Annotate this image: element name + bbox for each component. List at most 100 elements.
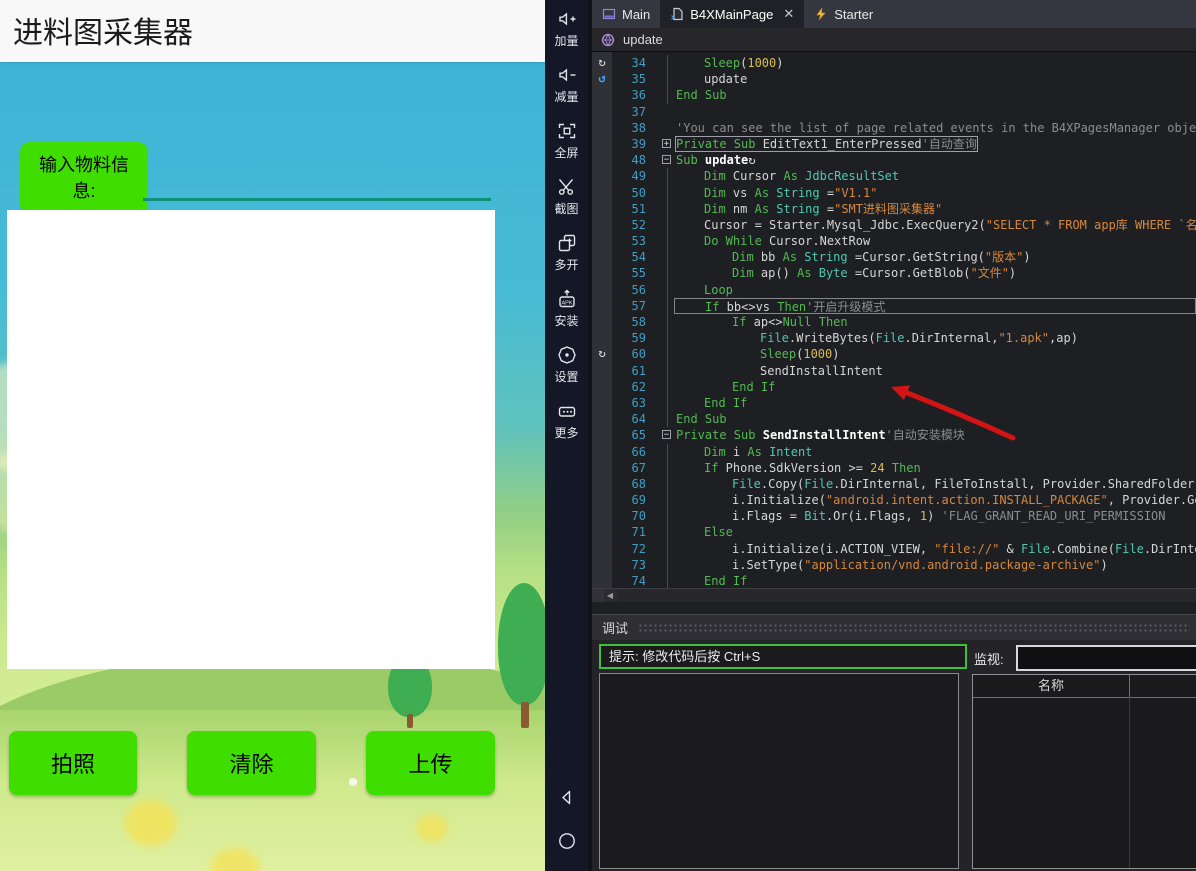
line-number: 48 <box>631 153 646 168</box>
take-photo-button[interactable]: 拍照 <box>9 731 137 795</box>
code-text[interactable]: Else <box>674 524 1196 540</box>
change-bar <box>652 330 661 346</box>
code-text[interactable]: Dim Cursor As JdbcResultSet <box>674 168 1196 184</box>
nav-back-button[interactable] <box>545 786 588 813</box>
nav-home-button[interactable] <box>545 830 588 857</box>
code-token: File <box>804 476 834 491</box>
debug-panel-header[interactable]: 调试 <box>592 614 1196 640</box>
emulator-button-fullscreen[interactable]: 全屏 <box>545 120 588 161</box>
fold-column <box>661 297 674 315</box>
code-text[interactable]: Dim nm As String ="SMT进料图采集器" <box>674 201 1196 217</box>
code-text[interactable]: Do While Cursor.NextRow <box>674 233 1196 249</box>
code-token: "文件" <box>970 266 1009 281</box>
code-text[interactable]: File.WriteBytes(File.DirInternal,"1.apk"… <box>674 330 1196 346</box>
scroll-left-button[interactable]: ◀ <box>603 589 617 602</box>
gutter-margin <box>592 427 612 443</box>
fold-column <box>661 216 674 234</box>
code-text[interactable]: Private Sub EditText1_EnterPressed'自动查询 <box>674 135 1196 152</box>
code-token: '自动查询 <box>921 136 977 151</box>
fold-column <box>661 184 674 201</box>
member-selector[interactable]: update <box>592 28 1196 52</box>
code-text[interactable]: update <box>674 71 1196 87</box>
tree <box>498 583 545 705</box>
editor-tab-Main[interactable]: Main <box>592 0 660 28</box>
horizontal-scrollbar[interactable]: ◀ <box>592 588 1196 602</box>
change-bar <box>652 233 661 249</box>
material-input-underline[interactable] <box>143 198 491 201</box>
editor-tab-B4XMainPage[interactable]: B4XMainPage ✕ <box>660 0 805 28</box>
code-text[interactable]: i.Initialize("android.intent.action.INST… <box>674 492 1196 508</box>
collapse-icon[interactable]: − <box>662 155 671 165</box>
code-text[interactable]: If ap<>Null Then <box>674 314 1196 330</box>
photo-preview-area[interactable] <box>7 210 495 669</box>
code-text[interactable]: Private Sub SendInstallIntent'自动安装模块 <box>674 427 1196 443</box>
code-token: .Combine( <box>1049 541 1115 556</box>
fold-column <box>661 71 674 88</box>
fold-marker: + <box>661 136 674 152</box>
upload-button[interactable]: 上传 <box>366 731 495 795</box>
change-bar <box>652 541 661 557</box>
code-text[interactable]: Sub update↻ <box>674 152 1196 168</box>
watch-input[interactable] <box>1016 645 1196 671</box>
code-token: Cursor <box>725 169 784 184</box>
code-text[interactable]: End If <box>674 379 1196 395</box>
code-text[interactable]: Sleep(1000) <box>674 55 1196 71</box>
code-token: 'You can see the list of page related ev… <box>676 120 1196 135</box>
code-token: Intent <box>769 444 813 459</box>
close-tab-icon[interactable]: ✕ <box>783 6 794 22</box>
watch-table-name-column: 名称 <box>973 675 1130 697</box>
code-line: 50 Dim vs As String ="V1.1" <box>592 184 1196 201</box>
apk-install-icon: APK <box>556 288 578 310</box>
code-text[interactable]: End Sub <box>674 87 1196 103</box>
code-text[interactable]: Dim bb As String =Cursor.GetString("版本") <box>674 249 1196 265</box>
code-text[interactable]: i.Initialize(i.ACTION_VIEW, "file://" & … <box>674 541 1196 557</box>
emulator-button-more[interactable]: 更多 <box>545 400 588 441</box>
debug-log-box[interactable] <box>599 673 959 869</box>
watch-table[interactable]: 名称 <box>972 674 1196 869</box>
resumable-sub-icon: ↻ <box>748 153 756 168</box>
gutter-margin <box>592 508 612 524</box>
code-text[interactable]: Cursor = Starter.Mysql_Jdbc.ExecQuery2("… <box>674 217 1196 233</box>
line-number: 55 <box>631 266 646 281</box>
code-text[interactable]: Loop <box>674 282 1196 298</box>
editor-tab-Starter[interactable]: Starter <box>804 0 883 28</box>
code-text[interactable]: Sleep(1000) <box>674 346 1196 362</box>
code-editor[interactable]: ↻ 34 Sleep(1000) ↺ 35 update 36 End Sub 37 38 'You… <box>592 52 1196 588</box>
change-bar <box>652 524 661 540</box>
emulator-toolbar: 加量减量全屏截图多开 APK 安装设置更多 <box>545 0 588 871</box>
emulator-button-volume-up[interactable]: 加量 <box>545 8 588 49</box>
code-text[interactable]: End If <box>674 395 1196 411</box>
expand-icon[interactable]: + <box>662 138 671 148</box>
debug-panel-grip[interactable] <box>638 622 1190 633</box>
code-text[interactable]: SendInstallIntent <box>674 363 1196 379</box>
code-text[interactable]: If Phone.SdkVersion >= 24 Then <box>674 460 1196 476</box>
code-text[interactable]: File.Copy(File.DirInternal, FileToInstal… <box>674 476 1196 492</box>
emulator-button-screenshot[interactable]: 截图 <box>545 176 588 217</box>
emulator-button-multi-open[interactable]: 多开 <box>545 232 588 273</box>
clear-button[interactable]: 清除 <box>187 731 316 795</box>
fold-column <box>661 556 674 574</box>
change-bar <box>652 265 661 281</box>
code-text[interactable]: Dim i As Intent <box>674 444 1196 460</box>
code-text[interactable]: 'You can see the list of page related ev… <box>674 120 1196 136</box>
code-text[interactable]: Dim ap() As Byte =Cursor.GetBlob("文件") <box>674 265 1196 281</box>
code-text[interactable]: End Sub <box>674 411 1196 427</box>
gutter-margin <box>592 395 612 411</box>
code-text[interactable]: i.Flags = Bit.Or(i.Flags, 1) 'FLAG_GRANT… <box>674 508 1196 524</box>
code-text[interactable]: End If <box>674 573 1196 588</box>
multi-window-icon <box>556 232 578 254</box>
emulator-button-volume-down[interactable]: 减量 <box>545 64 588 105</box>
collapse-icon[interactable]: − <box>662 430 671 440</box>
emulator-button-settings[interactable]: 设置 <box>545 344 588 385</box>
emulator-button-apk-install[interactable]: APK 安装 <box>545 288 588 329</box>
code-text[interactable]: If bb<>vs Then'开启升级模式 <box>674 297 1196 314</box>
code-text[interactable]: i.SetType("application/vnd.android.packa… <box>674 557 1196 573</box>
code-token: update <box>704 153 749 168</box>
change-bar <box>652 201 661 217</box>
code-token: bb <box>753 250 783 265</box>
code-text[interactable] <box>674 104 1196 120</box>
code-text[interactable]: Dim vs As String ="V1.1" <box>674 185 1196 201</box>
code-token: As <box>783 169 798 184</box>
gutter-margin <box>592 492 612 508</box>
code-token: Phone.SdkVersion >= <box>718 460 871 475</box>
